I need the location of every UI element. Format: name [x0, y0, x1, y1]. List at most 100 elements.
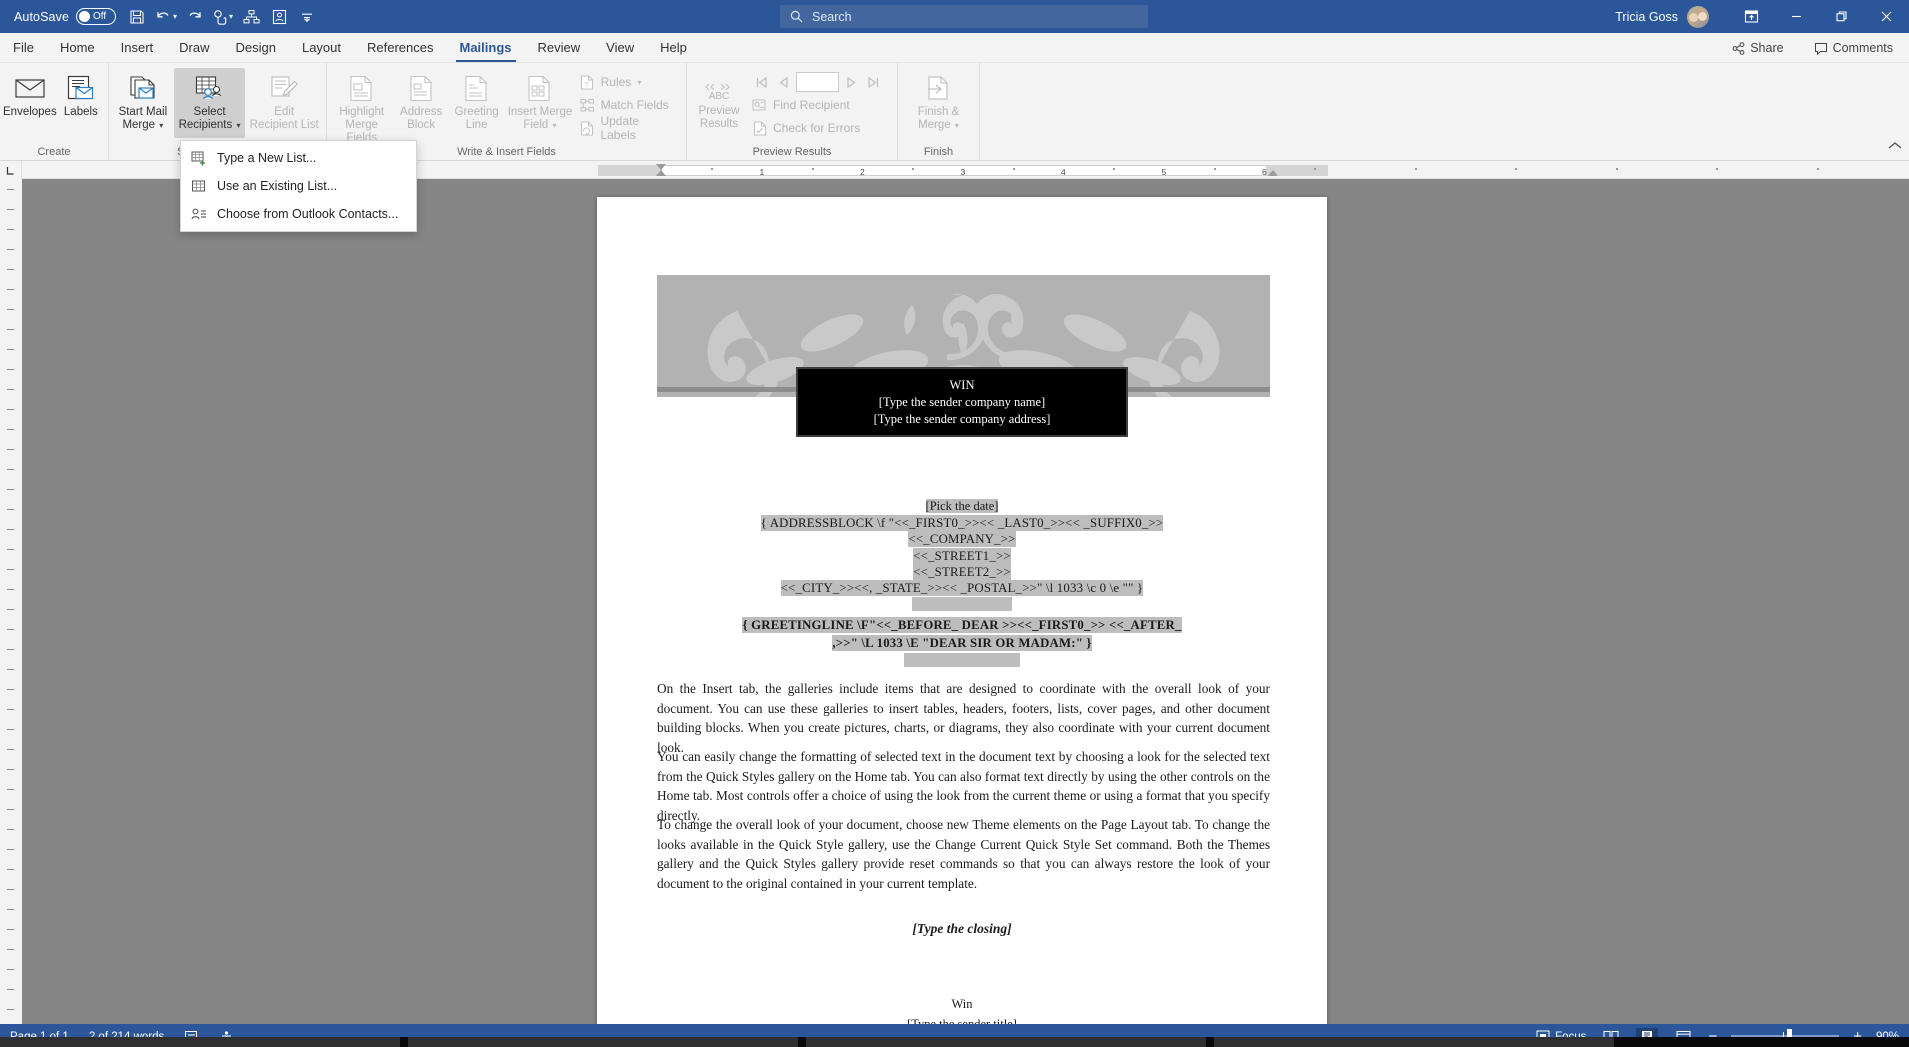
tab-draw[interactable]: Draw — [166, 33, 222, 62]
labels-button[interactable]: Labels — [57, 68, 105, 138]
rules-button: ? Rules ▾ — [576, 71, 683, 93]
tab-stop-selector[interactable] — [0, 161, 22, 179]
vruler-tick — [7, 189, 14, 190]
signature-title[interactable]: [Type the sender title] — [597, 1015, 1327, 1024]
undo-icon[interactable]: ▾ — [152, 4, 180, 30]
document-page[interactable]: WIN [Type the sender company name] [Type… — [597, 197, 1327, 1024]
share-button[interactable]: Share — [1724, 38, 1791, 58]
signature-name[interactable]: Win — [597, 995, 1327, 1013]
touch-mode-icon[interactable]: ▾ — [210, 4, 236, 30]
document-canvas[interactable]: WIN [Type the sender company name] [Type… — [22, 179, 1909, 1024]
start-mail-merge-chevron-down-icon[interactable]: ▾ — [159, 121, 163, 130]
select-recipients-line2-wrap: Recipients ▾ — [179, 119, 241, 132]
finish-group-label: Finish — [923, 146, 954, 158]
avatar[interactable] — [1687, 5, 1709, 28]
select-recipients-button[interactable]: Select Recipients ▾ — [173, 68, 246, 138]
save-icon[interactable] — [124, 4, 150, 30]
collapse-ribbon-icon[interactable] — [1888, 140, 1902, 155]
ruler-tick-3: 3 — [960, 167, 966, 177]
comments-button[interactable]: Comments — [1806, 38, 1901, 58]
search-input[interactable]: Search — [780, 5, 1148, 28]
vruler-tick — [7, 1009, 14, 1010]
tab-home[interactable]: Home — [47, 33, 108, 62]
menu-item-use-existing-list[interactable]: Use an Existing List... — [181, 172, 416, 200]
quick-access-toolbar: AutoSave Off ▾ ▾ — [0, 4, 320, 30]
menu-item-type-new-list[interactable]: Type a New List... — [181, 144, 416, 172]
tab-references[interactable]: References — [354, 33, 446, 62]
start-mail-merge-button[interactable]: Start Mail Merge ▾ — [112, 68, 174, 138]
vruler-tick — [7, 969, 14, 970]
date-placeholder[interactable]: [Pick the date] — [597, 497, 1327, 515]
organization-chart-icon[interactable] — [238, 4, 264, 30]
user-name[interactable]: Tricia Goss — [1615, 10, 1678, 24]
vruler-tick — [7, 769, 14, 770]
finish-merge-line1: Finish & — [917, 106, 960, 118]
tab-help[interactable]: Help — [647, 33, 700, 62]
contact-card-icon[interactable] — [266, 4, 292, 30]
vruler-tick — [7, 349, 14, 350]
address-block-line1: Address — [400, 106, 443, 118]
envelopes-button[interactable]: Envelopes — [3, 68, 57, 138]
labels-icon — [67, 73, 94, 103]
closing-placeholder[interactable]: [Type the closing] — [597, 919, 1327, 939]
right-indent-marker[interactable] — [1268, 170, 1278, 176]
tab-label: Review — [537, 40, 581, 55]
address-block-line-5: <<_CITY_>><<, _STATE_>><< _POSTAL_>>" \l… — [780, 580, 1144, 597]
find-recipient-icon — [751, 98, 768, 112]
vruler-tick — [7, 869, 14, 870]
body-paragraph-1[interactable]: On the Insert tab, the galleries include… — [657, 679, 1270, 757]
address-block-line-1: { ADDRESSBLOCK \f "<<_FIRST0_>><< _LAST0… — [760, 515, 1164, 531]
autosave-switch[interactable]: Off — [76, 8, 117, 25]
tab-file[interactable]: File — [0, 33, 47, 62]
touch-mode-dropdown-chevron[interactable]: ▾ — [229, 12, 233, 21]
close-button[interactable] — [1864, 0, 1909, 33]
select-recipients-chevron-down-icon[interactable]: ▾ — [236, 121, 240, 130]
address-block-field[interactable]: { ADDRESSBLOCK \f "<<_FIRST0_>><< _LAST0… — [597, 515, 1327, 613]
vruler-tick — [7, 949, 14, 950]
tab-view[interactable]: View — [593, 33, 647, 62]
tab-insert[interactable]: Insert — [108, 33, 167, 62]
vruler-tick — [7, 549, 14, 550]
restore-button[interactable] — [1819, 0, 1864, 33]
menu-item-choose-outlook-contacts[interactable]: Choose from Outlook Contacts... — [181, 200, 416, 228]
preview-results-line2: Results — [699, 118, 739, 130]
greeting-line-2: ,>>" \L 1033 \E "DEAR SIR OR MADAM:" } — [832, 634, 1092, 651]
vruler-tick — [7, 309, 14, 310]
vertical-ruler[interactable] — [0, 179, 22, 1024]
body-paragraph-2[interactable]: You can easily change the formatting of … — [657, 747, 1270, 825]
vruler-tick — [7, 269, 14, 270]
insert-merge-field-line2-wrap: Field ▾ — [523, 119, 556, 132]
match-fields-icon — [579, 98, 596, 113]
ruler-tick-6: 6 — [1262, 167, 1267, 177]
ruler-minor-tick — [711, 168, 714, 170]
sender-company-box[interactable]: WIN [Type the sender company name] [Type… — [796, 367, 1128, 437]
tab-design[interactable]: Design — [223, 33, 289, 62]
tab-review[interactable]: Review — [525, 33, 594, 62]
tab-label: Draw — [179, 40, 210, 55]
tab-mailings[interactable]: Mailings — [447, 33, 525, 62]
vruler-tick — [7, 369, 14, 370]
record-number-input[interactable] — [796, 72, 839, 92]
redo-icon[interactable] — [182, 4, 208, 30]
menu-item-use-existing-list-label: Use an Existing List... — [217, 179, 338, 193]
preview-results-abc-icon: ABC — [704, 78, 734, 102]
tab-layout[interactable]: Layout — [289, 33, 354, 62]
ribbon-display-options-icon[interactable] — [1729, 0, 1774, 33]
body-paragraph-3[interactable]: To change the overall look of your docum… — [657, 815, 1270, 893]
hanging-indent-marker[interactable] — [656, 170, 666, 176]
search-icon — [790, 10, 803, 23]
customize-qat-icon[interactable] — [294, 4, 320, 30]
match-fields-button: Match Fields — [576, 94, 683, 116]
ruler-minor-tick — [1515, 168, 1518, 170]
tab-label: Mailings — [459, 40, 512, 55]
autosave-toggle[interactable]: AutoSave Off — [14, 4, 122, 30]
minimize-button[interactable] — [1774, 0, 1819, 33]
select-recipients-menu[interactable]: Type a New List... Use an Existing List.… — [180, 140, 417, 232]
ruler-minor-tick — [1213, 168, 1216, 170]
highlight-merge-fields-icon — [349, 73, 374, 103]
undo-dropdown-chevron[interactable]: ▾ — [173, 12, 177, 21]
title-bar: AutoSave Off ▾ ▾ Mail Merge — [0, 0, 1909, 33]
greeting-line-field[interactable]: { GREETINGLINE \F"<<_BEFORE_ DEAR >><<_F… — [597, 617, 1327, 670]
finish-merge-line2-wrap: Merge ▾ — [918, 119, 959, 132]
vruler-tick — [7, 449, 14, 450]
